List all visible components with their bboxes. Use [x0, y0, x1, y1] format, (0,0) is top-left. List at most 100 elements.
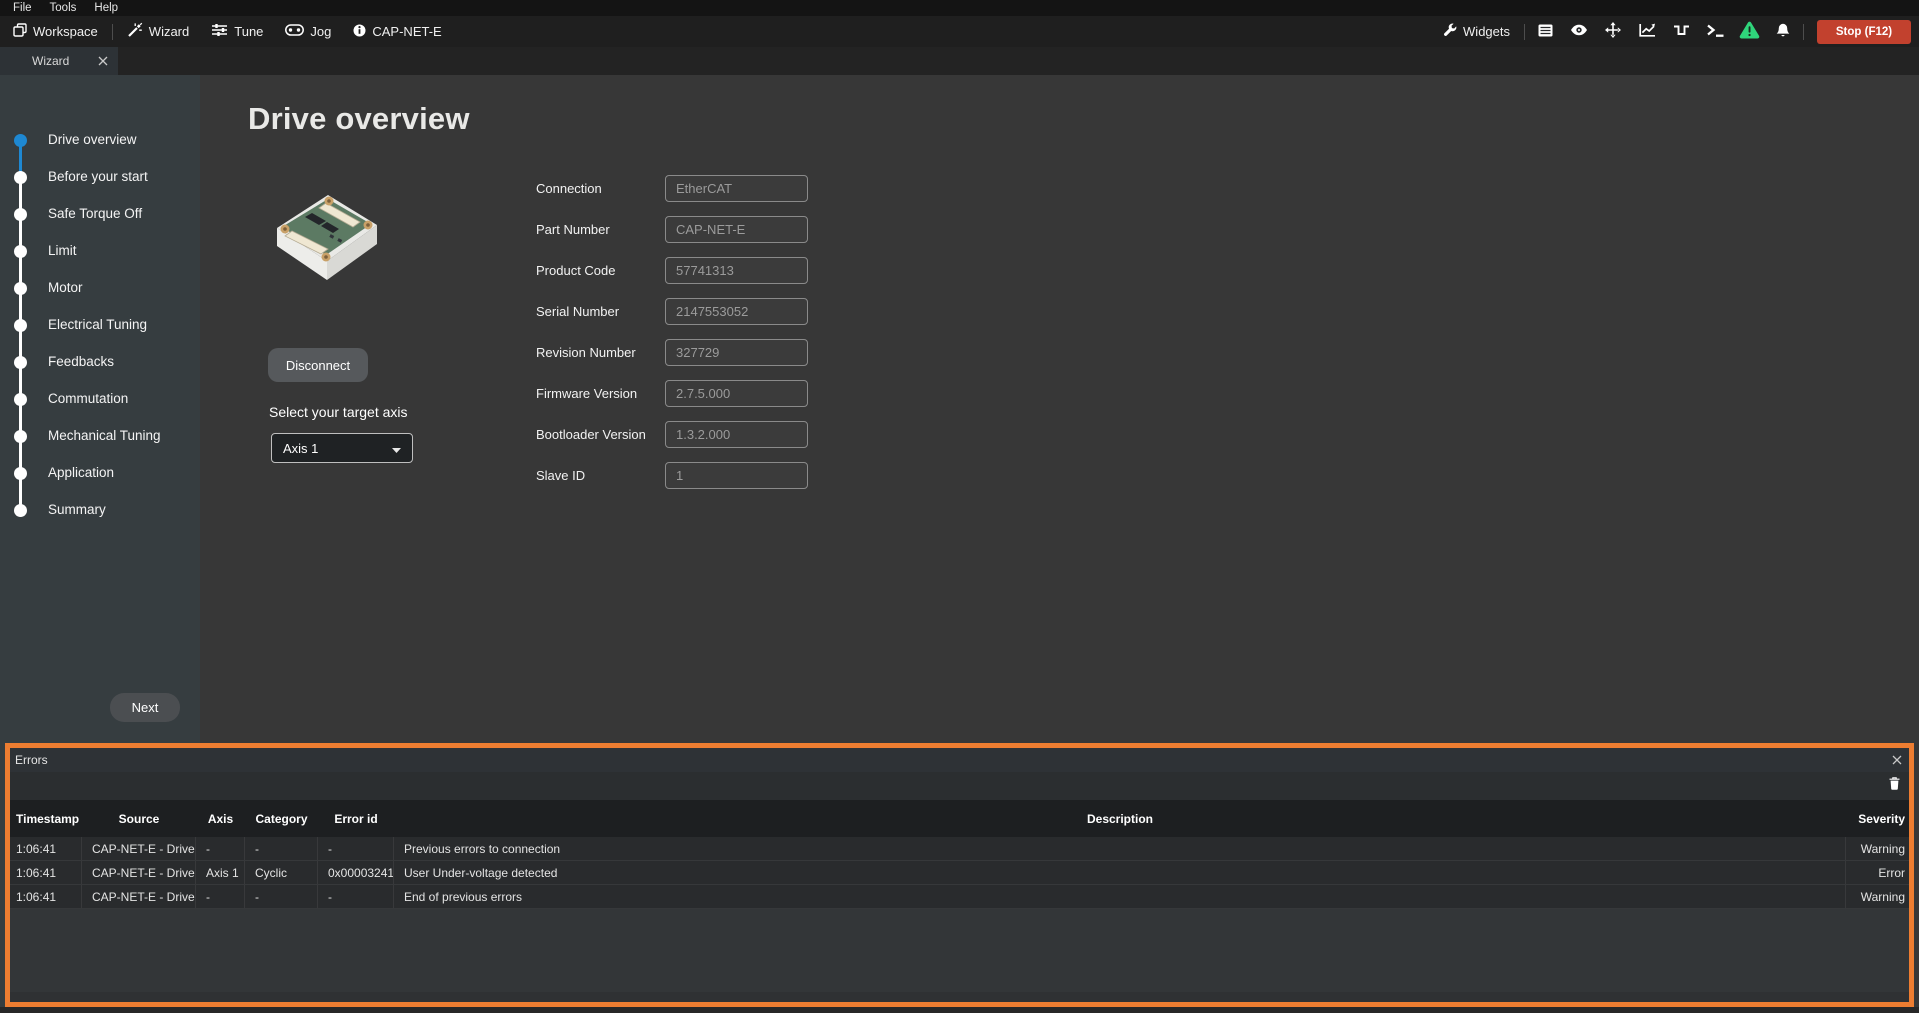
revision-number-field[interactable]: [665, 339, 808, 366]
axis-select[interactable]: Axis 1: [271, 433, 413, 463]
sidebar-item-commutation[interactable]: Commutation: [0, 390, 200, 409]
sidebar-item-safe-torque-off[interactable]: Safe Torque Off: [0, 205, 200, 224]
toolbar-left-group: Workspace Wizard Tune Jog CAP-NET-E: [0, 16, 453, 47]
toolbar-jog-button[interactable]: Jog: [274, 16, 342, 47]
sidebar-item-mechanical-tuning[interactable]: Mechanical Tuning: [0, 427, 200, 446]
watch-table-button[interactable]: [1528, 19, 1562, 45]
slave-id-field[interactable]: [665, 462, 808, 489]
disconnect-button[interactable]: Disconnect: [268, 348, 368, 382]
tab-wizard[interactable]: Wizard: [0, 47, 118, 75]
toolbar-item-label: Tune: [234, 24, 263, 39]
bootloader-version-field[interactable]: [665, 421, 808, 448]
scope-button[interactable]: [1630, 19, 1664, 45]
error-cell-source: CAP-NET-E - Drive: [82, 885, 196, 908]
firmware-version-field[interactable]: [665, 380, 808, 407]
widgets-button[interactable]: Widgets: [1432, 23, 1521, 40]
sidebar-item-feedbacks[interactable]: Feedbacks: [0, 353, 200, 372]
error-cell-error-id: -: [318, 837, 394, 860]
sidebar-item-summary[interactable]: Summary: [0, 501, 200, 520]
terminal-button[interactable]: [1698, 19, 1732, 45]
toolbar-wizard-button[interactable]: Wizard: [116, 16, 200, 47]
connection-field[interactable]: [665, 175, 808, 202]
bell-button[interactable]: [1766, 19, 1800, 45]
errors-table-empty-area: [10, 909, 1909, 992]
toolbar-item-label: Wizard: [149, 24, 189, 39]
error-row[interactable]: 1:06:41CAP-NET-E - Drive---End of previo…: [10, 885, 1909, 909]
step-label: Electrical Tuning: [48, 317, 147, 332]
toolbar-divider: [1803, 24, 1804, 40]
step-label: Limit: [48, 243, 77, 258]
error-cell-source: CAP-NET-E - Drive: [82, 837, 196, 860]
product-code-field[interactable]: [665, 257, 808, 284]
field-row-product-code: Product Code: [536, 257, 956, 284]
step-dot: [14, 245, 27, 258]
widgets-label: Widgets: [1463, 24, 1510, 39]
window-bottom-edge: [0, 1007, 1919, 1013]
toolbar-divider: [112, 24, 113, 40]
menu-file[interactable]: File: [4, 0, 41, 16]
axis-select-label: Select your target axis: [269, 404, 408, 420]
field-row-firmware-version: Firmware Version: [536, 380, 956, 407]
menu-help[interactable]: Help: [85, 0, 127, 16]
toolbar-right-group: Widgets Stop (F12): [1432, 19, 1919, 45]
close-icon[interactable]: [1892, 755, 1902, 765]
warning-button[interactable]: [1732, 19, 1766, 45]
sidebar-item-limit[interactable]: Limit: [0, 242, 200, 261]
wave-button[interactable]: [1664, 19, 1698, 45]
field-row-revision-number: Revision Number: [536, 339, 956, 366]
field-row-connection: Connection: [536, 175, 956, 202]
column-header-severity: Severity: [1846, 800, 1909, 837]
step-label: Summary: [48, 502, 106, 517]
menu-tools[interactable]: Tools: [41, 0, 86, 16]
serial-number-field[interactable]: [665, 298, 808, 325]
close-icon[interactable]: [98, 56, 108, 66]
step-dot: [14, 504, 27, 517]
step-dot: [14, 282, 27, 295]
errors-panel-scrollbar[interactable]: [10, 992, 1909, 1002]
sidebar-item-application[interactable]: Application: [0, 464, 200, 483]
error-cell-error-id: -: [318, 885, 394, 908]
step-label: Motor: [48, 280, 83, 295]
wand-icon: [127, 22, 143, 41]
error-row[interactable]: 1:06:41CAP-NET-E - DriveAxis 1Cyclic0x00…: [10, 861, 1909, 885]
error-cell-source: CAP-NET-E - Drive: [82, 861, 196, 884]
error-cell-timestamp: 1:06:41: [10, 885, 82, 908]
toolbar-icon-group: [1528, 19, 1800, 45]
sidebar-item-drive-overview[interactable]: Drive overview: [0, 131, 200, 150]
step-label: Before your start: [48, 169, 148, 184]
error-row[interactable]: 1:06:41CAP-NET-E - Drive---Previous erro…: [10, 837, 1909, 861]
next-button[interactable]: Next: [110, 693, 180, 722]
error-cell-error-id: 0x00003241: [318, 861, 394, 884]
sidebar-item-electrical-tuning[interactable]: Electrical Tuning: [0, 316, 200, 335]
column-header-source: Source: [82, 800, 196, 837]
tab-bar: Wizard: [0, 47, 1919, 75]
field-label: Slave ID: [536, 462, 585, 489]
errors-panel: Errors TimestampSourceAxisCategoryError …: [5, 743, 1914, 1007]
trash-icon[interactable]: [1889, 777, 1900, 795]
sidebar-item-before-your-start[interactable]: Before your start: [0, 168, 200, 187]
move-button[interactable]: [1596, 19, 1630, 45]
part-number-field[interactable]: [665, 216, 808, 243]
stop-button[interactable]: Stop (F12): [1817, 20, 1911, 44]
bell-icon: [1776, 23, 1790, 41]
errors-panel-title: Errors: [15, 753, 48, 767]
eye-icon: [1570, 24, 1588, 39]
toolbar-workspace-button[interactable]: Workspace: [2, 16, 109, 47]
toolbar-divider: [1524, 24, 1525, 40]
scope-icon: [1639, 23, 1656, 40]
error-cell-axis: -: [196, 837, 245, 860]
wave-icon: [1673, 23, 1690, 40]
caret-down-icon: [392, 441, 401, 456]
eye-button[interactable]: [1562, 19, 1596, 45]
terminal-icon: [1707, 24, 1724, 40]
toolbar-item-label: Jog: [310, 24, 331, 39]
sidebar-item-motor[interactable]: Motor: [0, 279, 200, 298]
errors-panel-titlebar: Errors: [10, 748, 1909, 772]
toolbar-tune-button[interactable]: Tune: [200, 16, 274, 47]
field-row-slave-id: Slave ID: [536, 462, 956, 489]
error-cell-timestamp: 1:06:41: [10, 837, 82, 860]
page-title: Drive overview: [248, 101, 470, 137]
toolbar-cap-net-e-button[interactable]: CAP-NET-E: [342, 16, 452, 47]
error-cell-description: User Under-voltage detected: [394, 861, 1846, 884]
step-dot: [14, 356, 27, 369]
